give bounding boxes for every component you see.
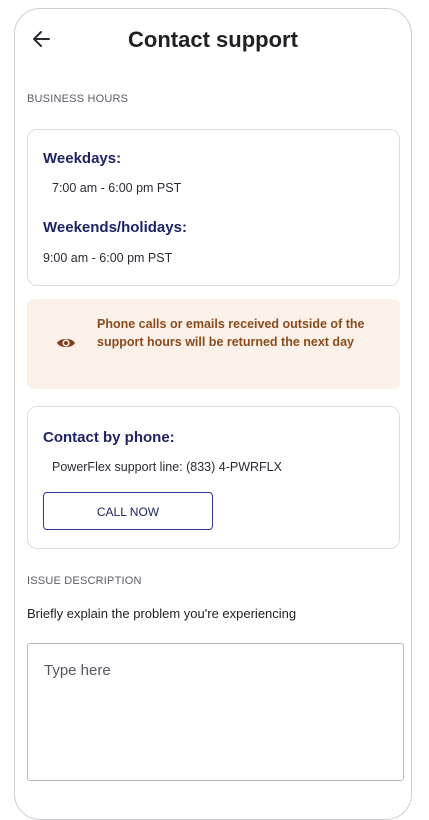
weekdays-hours: 7:00 am - 6:00 pm PST [52, 181, 182, 195]
weekends-hours: 9:00 am - 6:00 pm PST [43, 251, 173, 265]
call-now-button[interactable]: CALL NOW [43, 492, 213, 530]
phone-contact-heading: Contact by phone: [43, 429, 175, 446]
after-hours-notice: Phone calls or emails received outside o… [27, 299, 400, 389]
eye-icon [57, 338, 75, 348]
phone-frame: Contact support BUSINESS HOURS Weekdays:… [14, 8, 412, 820]
issue-description-input[interactable] [27, 643, 404, 781]
header: Contact support [15, 9, 411, 69]
weekends-heading: Weekends/holidays: [43, 219, 187, 236]
weekdays-heading: Weekdays: [43, 150, 122, 167]
business-hours-card: Weekdays: 7:00 am - 6:00 pm PST Weekends… [27, 129, 400, 286]
phone-contact-card: Contact by phone: PowerFlex support line… [27, 406, 400, 549]
issue-prompt: Briefly explain the problem you're exper… [27, 606, 297, 621]
page-title: Contact support [128, 27, 298, 52]
business-hours-label: BUSINESS HOURS [27, 93, 129, 105]
issue-description-label: ISSUE DESCRIPTION [27, 575, 142, 587]
support-line-text: PowerFlex support line: (833) 4-PWRFLX [52, 460, 282, 474]
notice-text: Phone calls or emails received outside o… [97, 317, 365, 349]
